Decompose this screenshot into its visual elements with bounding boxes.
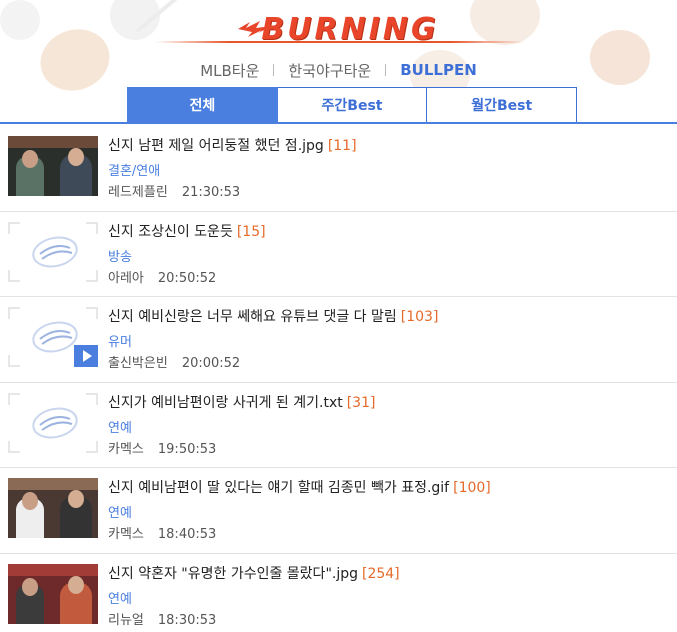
baseball-placeholder-icon — [32, 407, 78, 438]
comment-count: [11] — [327, 138, 357, 154]
post-meta: 리뉴얼 18:30:53 — [108, 609, 216, 628]
site-nav-kbo-town[interactable]: 한국야구타운 — [274, 60, 385, 81]
comment-count: [31] — [346, 394, 376, 411]
post-thumbnail[interactable] — [8, 478, 98, 538]
post-time: 20:50:52 — [157, 270, 217, 286]
post-thumbnail[interactable] — [8, 307, 98, 367]
post-title[interactable]: 신지 조상신이 도운듯 [15] — [108, 221, 266, 241]
site-logo[interactable]: BURNING — [240, 12, 460, 47]
post-thumbnail[interactable] — [8, 221, 98, 282]
comment-count: [103] — [400, 309, 439, 325]
tab-weekly-best[interactable]: 주간Best — [277, 87, 428, 123]
list-item[interactable]: 신지가 예비남편이랑 사귀게 된 계기.txt [31] 연예 카멕스 19:50:… — [0, 383, 677, 468]
background-decoration — [470, 0, 540, 45]
list-item[interactable]: 신지 예비신랑은 너무 쎄해요 유튜브 댓글 다 말림 [103] 유머 출신박은… — [0, 297, 677, 383]
list-item[interactable]: 신지 약혼자 "유명한 가수인줄 몰랐다".jpg [254] 연예 리뉴얼 18:… — [0, 554, 677, 632]
comment-count: [15] — [236, 223, 266, 240]
post-meta: 레드제플린 21:30:53 — [108, 181, 240, 200]
post-author: 출신박은빈 — [108, 356, 168, 371]
post-time: 19:50:53 — [157, 441, 217, 457]
post-category: 연예 — [108, 591, 132, 607]
tab-all[interactable]: 전체 — [127, 87, 278, 123]
post-time: 20:00:52 — [181, 356, 241, 371]
post-category: 연예 — [108, 420, 132, 436]
play-icon — [74, 345, 98, 367]
site-nav-mlb-town[interactable]: MLB타운 — [186, 60, 273, 81]
post-thumbnail[interactable] — [8, 392, 98, 453]
baseball-placeholder-icon — [32, 321, 78, 353]
post-title[interactable]: 신지 예비남편이 딸 있다는 얘기 할때 김종민 빽가 표정.gif [100] — [108, 477, 491, 497]
post-time: 18:30:53 — [157, 612, 217, 628]
post-title[interactable]: 신지 약혼자 "유명한 가수인줄 몰랐다".jpg [254] — [108, 563, 400, 583]
post-title[interactable]: 신지 남편 제일 어리둥절 했던 점.jpg [11] — [108, 135, 357, 155]
list-item[interactable]: 신지 조상신이 도운듯 [15] 방송 아레아 20:50:52 — [0, 212, 677, 297]
post-author: 리뉴얼 — [108, 612, 144, 628]
post-author: 카멕스 — [108, 527, 144, 542]
tabs-underline — [0, 122, 677, 124]
post-time: 21:30:53 — [181, 185, 241, 200]
post-author: 아레아 — [108, 270, 144, 286]
post-author: 카멕스 — [108, 441, 144, 457]
header-banner: BURNING MLB타운 한국야구타운 BULLPEN 전체 주간Best 월… — [0, 0, 677, 124]
comment-count: [100] — [453, 480, 491, 496]
post-meta: 출신박은빈 20:00:52 — [108, 352, 240, 371]
post-meta: 아레아 20:50:52 — [108, 267, 216, 286]
post-meta: 카멕스 18:40:53 — [108, 523, 216, 542]
post-category: 연예 — [108, 506, 132, 521]
comment-count: [254] — [362, 565, 400, 582]
post-title[interactable]: 신지 예비신랑은 너무 쎄해요 유튜브 댓글 다 말림 [103] — [108, 306, 438, 326]
post-meta: 카멕스 19:50:53 — [108, 438, 216, 457]
post-list: 신지 남편 제일 어리둥절 했던 점.jpg [11] 결혼/연애 레드제플린 21… — [0, 126, 677, 632]
post-title[interactable]: 신지가 예비남편이랑 사귀게 된 계기.txt [31] — [108, 392, 375, 412]
post-time: 18:40:53 — [157, 527, 217, 542]
post-thumbnail[interactable] — [8, 136, 98, 196]
list-item[interactable]: 신지 남편 제일 어리둥절 했던 점.jpg [11] 결혼/연애 레드제플린 21… — [0, 126, 677, 212]
post-author: 레드제플린 — [108, 185, 168, 200]
period-tabs: 전체 주간Best 월간Best — [127, 87, 578, 123]
post-category: 결혼/연애 — [108, 164, 161, 179]
background-decoration — [0, 0, 40, 40]
post-category: 방송 — [108, 249, 132, 265]
site-nav-bullpen[interactable]: BULLPEN — [386, 61, 491, 79]
baseball-placeholder-icon — [32, 236, 78, 267]
post-thumbnail[interactable] — [8, 563, 98, 624]
list-item[interactable]: 신지 예비남편이 딸 있다는 얘기 할때 김종민 빽가 표정.gif [100] … — [0, 468, 677, 554]
site-nav: MLB타운 한국야구타운 BULLPEN — [0, 58, 677, 82]
tab-monthly-best[interactable]: 월간Best — [427, 87, 578, 123]
post-category: 유머 — [108, 335, 132, 350]
